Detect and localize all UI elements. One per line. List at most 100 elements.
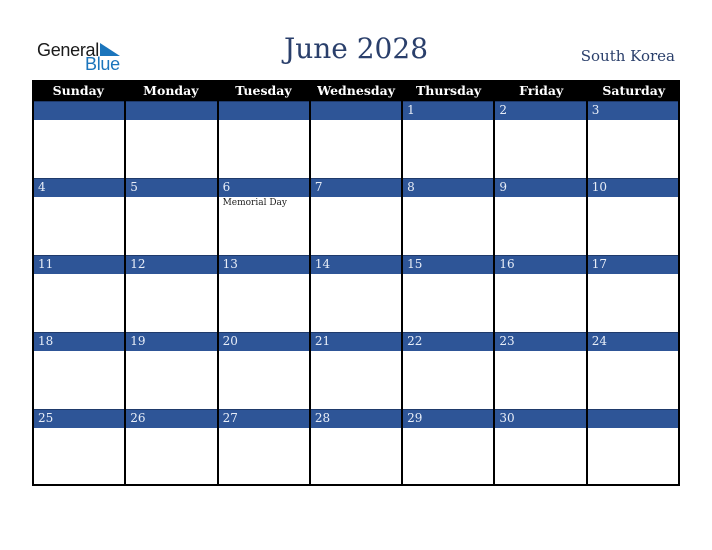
day-number: 21 xyxy=(314,334,331,348)
day-number: 16 xyxy=(499,257,515,271)
day-number-bar: 14 xyxy=(310,255,402,274)
day-number-bar: 26 xyxy=(126,409,217,428)
day-number-bar: 7 xyxy=(310,178,402,197)
day-number-bar: 4 xyxy=(34,178,125,197)
day-cell[interactable]: 22 xyxy=(401,332,494,409)
day-number: 6 xyxy=(222,180,231,194)
day-cell[interactable]: 13 xyxy=(216,255,309,332)
day-cell[interactable]: 11 xyxy=(32,255,125,332)
day-cell[interactable]: 16 xyxy=(493,255,586,332)
day-cell[interactable]: 24 xyxy=(585,332,680,409)
day-cell[interactable]: 9 xyxy=(493,178,586,255)
day-number-bar: 6 xyxy=(218,178,309,197)
day-cell[interactable] xyxy=(585,409,680,486)
day-cell[interactable]: 7 xyxy=(308,178,402,255)
weekday-sunday: Sunday xyxy=(52,83,104,98)
day-number: 5 xyxy=(130,180,138,194)
day-number-bar: 1 xyxy=(403,101,494,120)
day-cell[interactable]: 26 xyxy=(124,409,217,486)
day-cell[interactable]: 27 xyxy=(216,409,309,486)
day-number: 24 xyxy=(591,334,607,348)
day-number: 12 xyxy=(130,257,146,271)
day-number-bar: 22 xyxy=(403,332,494,351)
day-number: 4 xyxy=(38,180,46,194)
day-cell[interactable]: 10 xyxy=(585,178,680,255)
weekday-monday: Monday xyxy=(143,83,199,98)
day-number: 7 xyxy=(314,180,323,194)
day-number: 2 xyxy=(499,103,508,117)
day-number-bar: 11 xyxy=(34,255,125,274)
day-number-bar: 23 xyxy=(495,332,586,351)
day-number-bar: 16 xyxy=(495,255,586,274)
day-number: 11 xyxy=(38,257,54,271)
day-number: 29 xyxy=(407,411,423,425)
day-cell[interactable] xyxy=(308,101,402,178)
day-number: 14 xyxy=(314,257,331,271)
day-number-bar xyxy=(587,409,678,428)
weekday-saturday: Saturday xyxy=(602,83,666,98)
day-cell[interactable]: 21 xyxy=(308,332,402,409)
day-number-bar: 24 xyxy=(587,332,678,351)
day-cell[interactable] xyxy=(124,101,217,178)
week-row: 11 12 13 14 15 16 17 xyxy=(32,255,680,332)
day-number: 27 xyxy=(222,411,238,425)
day-cell[interactable]: 23 xyxy=(493,332,586,409)
day-cell[interactable] xyxy=(32,101,125,178)
day-cell[interactable]: 8 xyxy=(401,178,494,255)
day-number-bar: 12 xyxy=(126,255,217,274)
day-number-bar: 27 xyxy=(218,409,309,428)
day-number-bar: 8 xyxy=(403,178,494,197)
day-cell[interactable]: 14 xyxy=(308,255,402,332)
day-cell[interactable]: 6 Memorial Day xyxy=(216,178,309,255)
day-cell[interactable]: 1 xyxy=(401,101,494,178)
day-cell[interactable]: 28 xyxy=(308,409,402,486)
day-number-bar xyxy=(34,101,125,120)
day-number: 15 xyxy=(407,257,423,271)
day-cell[interactable]: 25 xyxy=(32,409,125,486)
day-number-bar: 15 xyxy=(403,255,494,274)
day-number-bar: 3 xyxy=(587,101,678,120)
week-row: 1 2 3 xyxy=(32,101,680,178)
day-number-bar: 21 xyxy=(310,332,402,351)
day-cell[interactable]: 17 xyxy=(585,255,680,332)
weekday-header: Sunday Monday Tuesday Wednesday Thursday… xyxy=(32,80,680,101)
country-label: South Korea xyxy=(580,47,675,65)
day-cell[interactable]: 18 xyxy=(32,332,125,409)
day-cell[interactable]: 15 xyxy=(401,255,494,332)
day-cell[interactable]: 5 xyxy=(124,178,217,255)
day-number-bar: 18 xyxy=(34,332,125,351)
day-number: 8 xyxy=(407,180,415,194)
day-number: 26 xyxy=(130,411,146,425)
day-cell[interactable]: 30 xyxy=(493,409,586,486)
day-cell[interactable]: 2 xyxy=(493,101,586,178)
day-number-bar xyxy=(126,101,217,120)
day-number-bar: 17 xyxy=(587,255,678,274)
day-number-bar: 29 xyxy=(403,409,494,428)
day-cell[interactable]: 19 xyxy=(124,332,217,409)
day-number-bar: 2 xyxy=(495,101,586,120)
day-number-bar: 28 xyxy=(310,409,402,428)
day-number: 20 xyxy=(222,334,238,348)
day-number-bar: 30 xyxy=(495,409,586,428)
day-cell[interactable]: 4 xyxy=(32,178,125,255)
day-number: 28 xyxy=(314,411,331,425)
day-number-bar xyxy=(218,101,309,120)
day-cell[interactable] xyxy=(216,101,309,178)
day-number-bar: 10 xyxy=(587,178,678,197)
day-number: 22 xyxy=(407,334,423,348)
day-number: 3 xyxy=(591,103,600,117)
day-cell[interactable]: 3 xyxy=(585,101,680,178)
week-row: 25 26 27 28 29 30 xyxy=(32,409,680,486)
day-cell[interactable]: 12 xyxy=(124,255,217,332)
day-number-bar: 25 xyxy=(34,409,125,428)
day-number: 13 xyxy=(222,257,238,271)
day-number: 1 xyxy=(407,103,415,117)
weeks-container: 1 2 3 4 5 6 Memorial Day 7 8 9 10 11 12 13 14 15 16 17 18 1… xyxy=(32,101,680,486)
day-number: 18 xyxy=(38,334,54,348)
day-cell[interactable]: 29 xyxy=(401,409,494,486)
day-number-bar: 19 xyxy=(126,332,217,351)
day-number: 23 xyxy=(499,334,515,348)
week-row: 18 19 20 21 22 23 24 xyxy=(32,332,680,409)
day-number-bar: 5 xyxy=(126,178,217,197)
day-cell[interactable]: 20 xyxy=(216,332,309,409)
